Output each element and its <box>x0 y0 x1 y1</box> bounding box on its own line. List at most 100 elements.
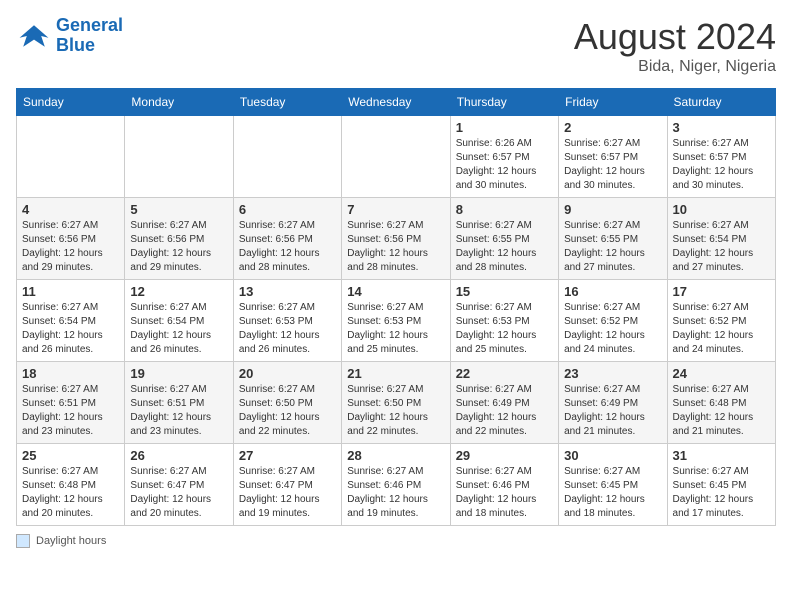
day-number: 19 <box>130 366 227 381</box>
day-number: 22 <box>456 366 553 381</box>
logo-text: GeneralBlue <box>56 16 123 56</box>
day-number: 9 <box>564 202 661 217</box>
day-info: Sunrise: 6:27 AM Sunset: 6:53 PM Dayligh… <box>456 301 553 357</box>
calendar-cell: 26 Sunrise: 6:27 AM Sunset: 6:47 PM Dayli… <box>125 444 233 526</box>
day-number: 26 <box>130 448 227 463</box>
header-row: SundayMondayTuesdayWednesdayThursdayFrid… <box>17 89 776 116</box>
calendar-cell: 31 Sunrise: 6:27 AM Sunset: 6:45 PM Dayli… <box>667 444 775 526</box>
day-info: Sunrise: 6:27 AM Sunset: 6:47 PM Dayligh… <box>130 465 227 521</box>
day-number: 21 <box>347 366 444 381</box>
day-info: Sunrise: 6:27 AM Sunset: 6:45 PM Dayligh… <box>673 465 770 521</box>
week-row-1: 1Sunrise: 6:26 AM Sunset: 6:57 PM Daylig… <box>17 116 776 198</box>
calendar-cell: 14Sunrise: 6:27 AM Sunset: 6:53 PM Dayli… <box>342 280 450 362</box>
calendar-cell: 15 Sunrise: 6:27 AM Sunset: 6:53 PM Dayli… <box>450 280 558 362</box>
day-info: Sunrise: 6:27 AM Sunset: 6:52 PM Dayligh… <box>673 301 770 357</box>
day-info: Sunrise: 6:27 AM Sunset: 6:46 PM Dayligh… <box>456 465 553 521</box>
day-info: Sunrise: 6:27 AM Sunset: 6:51 PM Dayligh… <box>130 383 227 439</box>
calendar-cell: 4 Sunrise: 6:27 AM Sunset: 6:56 PM Daylig… <box>17 198 125 280</box>
day-number: 17 <box>673 284 770 299</box>
calendar-cell: 13 Sunrise: 6:27 AM Sunset: 6:53 PM Dayli… <box>233 280 341 362</box>
calendar-cell: 12Sunrise: 6:27 AM Sunset: 6:54 PM Dayli… <box>125 280 233 362</box>
day-number: 15 <box>456 284 553 299</box>
calendar-cell: 6 Sunrise: 6:27 AM Sunset: 6:56 PM Daylig… <box>233 198 341 280</box>
day-number: 7 <box>347 202 444 217</box>
calendar-cell: 8 Sunrise: 6:27 AM Sunset: 6:55 PM Daylig… <box>450 198 558 280</box>
day-info: Sunrise: 6:26 AM Sunset: 6:57 PM Dayligh… <box>456 137 553 193</box>
day-info: Sunrise: 6:27 AM Sunset: 6:47 PM Dayligh… <box>239 465 336 521</box>
day-number: 18 <box>22 366 119 381</box>
calendar-body: 1Sunrise: 6:26 AM Sunset: 6:57 PM Daylig… <box>17 116 776 526</box>
calendar-cell: 30Sunrise: 6:27 AM Sunset: 6:45 PM Dayli… <box>559 444 667 526</box>
day-number: 2 <box>564 120 661 135</box>
header-day-friday: Friday <box>559 89 667 116</box>
header-day-wednesday: Wednesday <box>342 89 450 116</box>
calendar-cell <box>125 116 233 198</box>
location-subtitle: Bida, Niger, Nigeria <box>574 58 776 76</box>
calendar-cell: 28 Sunrise: 6:27 AM Sunset: 6:46 PM Dayli… <box>342 444 450 526</box>
day-number: 6 <box>239 202 336 217</box>
daylight-label: Daylight hours <box>36 535 106 547</box>
calendar-cell: 23 Sunrise: 6:27 AM Sunset: 6:49 PM Dayli… <box>559 362 667 444</box>
calendar-cell: 16 Sunrise: 6:27 AM Sunset: 6:52 PM Dayli… <box>559 280 667 362</box>
week-row-3: 11 Sunrise: 6:27 AM Sunset: 6:54 PM Dayli… <box>17 280 776 362</box>
week-row-4: 18 Sunrise: 6:27 AM Sunset: 6:51 PM Dayli… <box>17 362 776 444</box>
calendar-cell: 9Sunrise: 6:27 AM Sunset: 6:55 PM Daylig… <box>559 198 667 280</box>
calendar-cell: 11 Sunrise: 6:27 AM Sunset: 6:54 PM Dayli… <box>17 280 125 362</box>
day-number: 20 <box>239 366 336 381</box>
day-number: 5 <box>130 202 227 217</box>
day-number: 29 <box>456 448 553 463</box>
day-info: Sunrise: 6:27 AM Sunset: 6:55 PM Dayligh… <box>456 219 553 275</box>
month-title: August 2024 <box>574 16 776 58</box>
calendar-cell: 29 Sunrise: 6:27 AM Sunset: 6:46 PM Dayli… <box>450 444 558 526</box>
header-day-sunday: Sunday <box>17 89 125 116</box>
title-block: August 2024 Bida, Niger, Nigeria <box>574 16 776 76</box>
calendar-cell: 24Sunrise: 6:27 AM Sunset: 6:48 PM Dayli… <box>667 362 775 444</box>
day-info: Sunrise: 6:27 AM Sunset: 6:48 PM Dayligh… <box>673 383 770 439</box>
logo-icon <box>16 18 52 54</box>
calendar-cell: 2Sunrise: 6:27 AM Sunset: 6:57 PM Daylig… <box>559 116 667 198</box>
day-info: Sunrise: 6:27 AM Sunset: 6:54 PM Dayligh… <box>130 301 227 357</box>
day-number: 28 <box>347 448 444 463</box>
calendar-cell: 25Sunrise: 6:27 AM Sunset: 6:48 PM Dayli… <box>17 444 125 526</box>
calendar-cell: 18Sunrise: 6:27 AM Sunset: 6:51 PM Dayli… <box>17 362 125 444</box>
logo: GeneralBlue <box>16 16 123 56</box>
day-info: Sunrise: 6:27 AM Sunset: 6:52 PM Dayligh… <box>564 301 661 357</box>
day-info: Sunrise: 6:27 AM Sunset: 6:46 PM Dayligh… <box>347 465 444 521</box>
calendar-cell: 27 Sunrise: 6:27 AM Sunset: 6:47 PM Dayli… <box>233 444 341 526</box>
calendar-cell: 1Sunrise: 6:26 AM Sunset: 6:57 PM Daylig… <box>450 116 558 198</box>
day-info: Sunrise: 6:27 AM Sunset: 6:56 PM Dayligh… <box>130 219 227 275</box>
calendar-cell: 19 Sunrise: 6:27 AM Sunset: 6:51 PM Dayli… <box>125 362 233 444</box>
header-day-tuesday: Tuesday <box>233 89 341 116</box>
calendar-cell <box>17 116 125 198</box>
day-info: Sunrise: 6:27 AM Sunset: 6:49 PM Dayligh… <box>564 383 661 439</box>
week-row-5: 25Sunrise: 6:27 AM Sunset: 6:48 PM Dayli… <box>17 444 776 526</box>
day-info: Sunrise: 6:27 AM Sunset: 6:54 PM Dayligh… <box>22 301 119 357</box>
calendar-cell <box>233 116 341 198</box>
day-info: Sunrise: 6:27 AM Sunset: 6:48 PM Dayligh… <box>22 465 119 521</box>
day-info: Sunrise: 6:27 AM Sunset: 6:53 PM Dayligh… <box>347 301 444 357</box>
day-number: 8 <box>456 202 553 217</box>
day-number: 4 <box>22 202 119 217</box>
day-info: Sunrise: 6:27 AM Sunset: 6:53 PM Dayligh… <box>239 301 336 357</box>
day-info: Sunrise: 6:27 AM Sunset: 6:49 PM Dayligh… <box>456 383 553 439</box>
page-header: GeneralBlue August 2024 Bida, Niger, Nig… <box>16 16 776 76</box>
day-number: 11 <box>22 284 119 299</box>
header-day-thursday: Thursday <box>450 89 558 116</box>
daylight-legend-box <box>16 534 30 548</box>
day-number: 23 <box>564 366 661 381</box>
day-info: Sunrise: 6:27 AM Sunset: 6:54 PM Dayligh… <box>673 219 770 275</box>
footer: Daylight hours <box>16 534 776 548</box>
day-number: 16 <box>564 284 661 299</box>
day-info: Sunrise: 6:27 AM Sunset: 6:56 PM Dayligh… <box>22 219 119 275</box>
calendar-cell: 21Sunrise: 6:27 AM Sunset: 6:50 PM Dayli… <box>342 362 450 444</box>
day-info: Sunrise: 6:27 AM Sunset: 6:45 PM Dayligh… <box>564 465 661 521</box>
day-number: 13 <box>239 284 336 299</box>
day-number: 31 <box>673 448 770 463</box>
calendar-cell: 10Sunrise: 6:27 AM Sunset: 6:54 PM Dayli… <box>667 198 775 280</box>
day-info: Sunrise: 6:27 AM Sunset: 6:56 PM Dayligh… <box>347 219 444 275</box>
calendar-cell: 17 Sunrise: 6:27 AM Sunset: 6:52 PM Dayli… <box>667 280 775 362</box>
day-number: 27 <box>239 448 336 463</box>
day-info: Sunrise: 6:27 AM Sunset: 6:56 PM Dayligh… <box>239 219 336 275</box>
day-info: Sunrise: 6:27 AM Sunset: 6:50 PM Dayligh… <box>239 383 336 439</box>
calendar-cell <box>342 116 450 198</box>
